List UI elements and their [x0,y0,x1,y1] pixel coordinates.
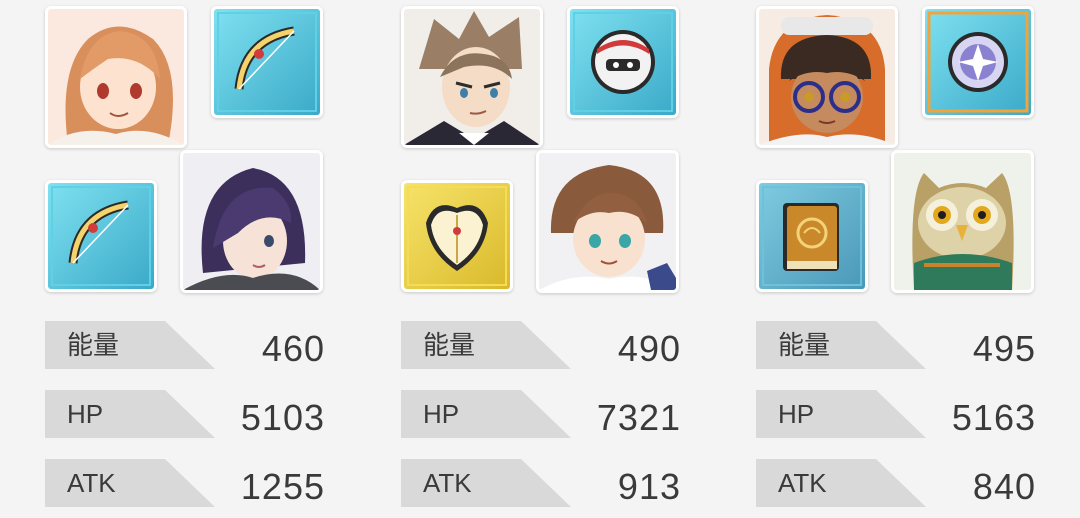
leader-weapon[interactable] [211,6,323,118]
orange-haired-girl-portrait-icon [48,9,184,145]
golden-bow-icon [214,9,320,115]
stat-hp: HP 5103 [45,390,335,438]
leader-weapon[interactable] [567,6,679,118]
girl-with-goggles-portrait-icon [759,9,895,145]
stat-value: 1255 [240,466,325,507]
owl-portrait-icon [894,153,1031,290]
stat-value: 913 [617,466,681,507]
member-portrait[interactable] [536,150,679,293]
leader-portrait[interactable] [45,6,187,148]
leader-weapon[interactable] [922,6,1034,118]
stat-value: 5103 [240,397,325,438]
stat-label: ATK [67,468,116,498]
stat-atk: ATK 840 [756,459,1046,507]
member-weapon[interactable] [45,180,157,292]
leader-portrait[interactable] [756,6,898,148]
stat-atk: ATK 913 [401,459,691,507]
stat-value: 5163 [951,397,1036,438]
stat-value: 840 [972,466,1036,507]
crystal-orb-icon [925,9,1031,115]
team-3: 能量 495 HP 5163 ATK 840 [756,0,1056,518]
member-weapon[interactable] [756,180,868,292]
spell-book-icon [759,183,865,289]
team-2: 能量 490 HP 7321 ATK 913 [401,0,701,518]
brown-haired-boy-portrait-icon [539,153,676,290]
winged-shield-icon [404,183,510,289]
brown-haired-man-portrait-icon [404,9,540,145]
team-1: 能量 460 HP 5103 ATK 1255 [45,0,345,518]
member-weapon[interactable] [401,180,513,292]
stat-label: HP [423,399,460,429]
stat-label: 能量 [423,330,476,360]
stat-hp: HP 7321 [401,390,691,438]
stat-value: 495 [972,328,1036,369]
stat-energy: 能量 490 [401,321,691,369]
stat-label: 能量 [778,330,831,360]
stat-label: 能量 [67,330,120,360]
stat-label: ATK [778,468,827,498]
stat-value: 490 [617,328,681,369]
stat-atk: ATK 1255 [45,459,335,507]
leader-portrait[interactable] [401,6,543,148]
stat-label: HP [67,399,104,429]
stat-hp: HP 5163 [756,390,1046,438]
member-portrait[interactable] [180,150,323,293]
member-portrait[interactable] [891,150,1034,293]
stat-label: HP [778,399,815,429]
golden-bow-icon [48,183,154,289]
stat-energy: 能量 495 [756,321,1046,369]
stat-value: 460 [261,328,325,369]
robot-orb-icon [570,9,676,115]
stat-value: 7321 [596,397,681,438]
purple-haired-boy-portrait-icon [183,153,320,290]
stat-energy: 能量 460 [45,321,335,369]
stat-label: ATK [423,468,472,498]
